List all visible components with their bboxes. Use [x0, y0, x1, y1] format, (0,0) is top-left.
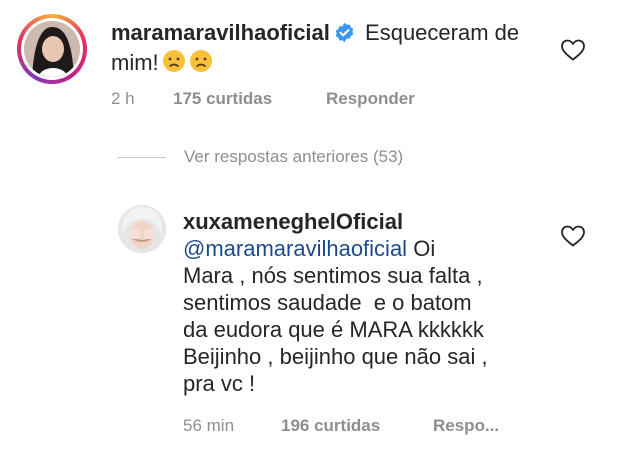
mention-link[interactable]: @maramaravilhaoficial [183, 236, 407, 261]
reply-button[interactable]: Responder [326, 89, 415, 109]
view-previous-replies[interactable]: Ver respostas anteriores (53) [118, 145, 478, 169]
likes-count[interactable]: 175 curtidas [173, 89, 272, 109]
avatar[interactable] [17, 14, 87, 84]
username-link[interactable]: maramaravilhaoficial [111, 20, 330, 45]
divider-line [118, 157, 166, 158]
sad-face-icon [162, 49, 214, 79]
comment-text-line: Mara , nós sentimos sua falta , [183, 263, 483, 288]
timestamp: 2 h [111, 89, 135, 108]
username-link[interactable]: xuxameneghelOficial [183, 209, 403, 234]
verified-badge-icon [334, 22, 355, 49]
comment-text-line: sentimos saudade e o batom [183, 290, 472, 315]
comment-text-line: Oi [413, 236, 436, 261]
heart-outline-icon[interactable] [560, 224, 586, 248]
heart-outline-icon[interactable] [560, 38, 586, 62]
comment-text-line: Beijinho , beijinho que não sai , [183, 344, 488, 369]
view-replies-label[interactable]: Ver respostas anteriores (53) [184, 147, 403, 167]
likes-count[interactable]: 196 curtidas [281, 416, 380, 436]
comment-text-line: da eudora que é MARA kkkkkk [183, 317, 484, 342]
comment-body: xuxameneghelOficial @maramaravilhaoficia… [183, 208, 553, 397]
reply-button[interactable]: Respo... [433, 416, 499, 436]
comment-body: maramaravilhaoficial Esqueceram de mim!😞… [111, 19, 551, 79]
avatar[interactable] [118, 205, 166, 253]
timestamp: 56 min [183, 416, 235, 435]
comment-text-line: pra vc ! [183, 371, 256, 396]
